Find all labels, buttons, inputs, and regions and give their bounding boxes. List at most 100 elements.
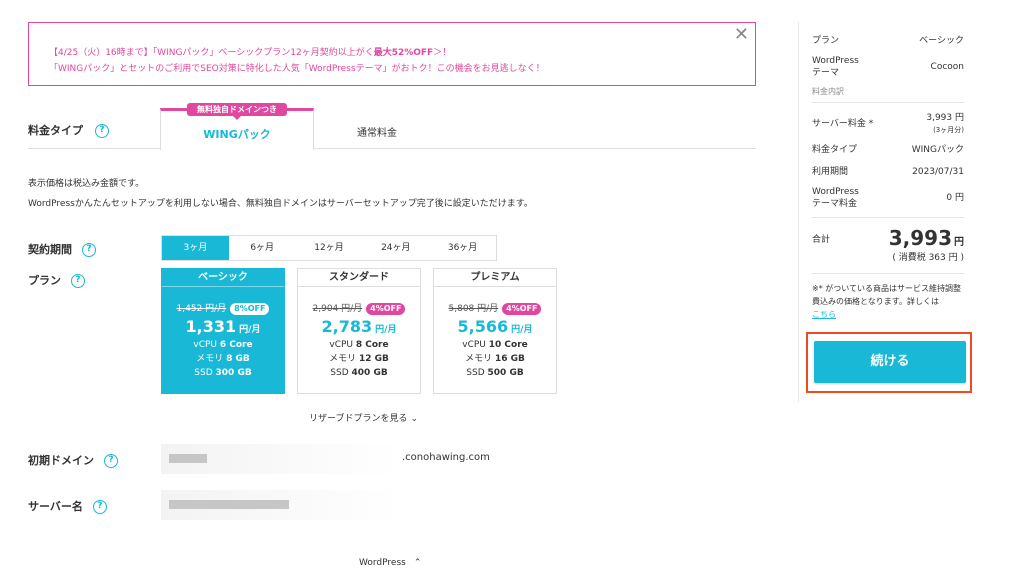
tab-wing-pack-label: WINGパック	[203, 128, 271, 141]
banner-line-1-prefix: 【4/25（火）16時まで】「WINGパック」ベーシックプラン12ヶ月契約以上が…	[49, 48, 374, 58]
server-fee-sub: (3ヶ月分)	[933, 126, 964, 134]
tab-normal-pricing[interactable]: 通常料金	[357, 124, 397, 139]
spec-memory-key: メモリ	[196, 354, 224, 364]
fine-print-text: ※* がついている商品はサービス維持調整費込みの価格となります。詳しくは	[812, 284, 962, 306]
order-summary: プラン ベーシック WordPress テーマ Cocoon 料金内訳 サーバー料金…	[812, 30, 964, 321]
domain-suffix: .conohawing.com	[402, 452, 490, 463]
spec-ssd-key: SSD	[466, 368, 485, 378]
banner-line-2: 「WINGパック」とセットのご利用でSEO対策に特化した人気「WordPress…	[49, 64, 545, 74]
summary-row-plan: プラン ベーシック	[812, 30, 964, 52]
summary-value: 3,993 円 (3ヶ月分)	[926, 112, 964, 136]
free-domain-badge: 無料独自ドメインつき	[187, 103, 287, 120]
banner-line-1-suffix: ＞！	[433, 48, 452, 58]
spec-ssd-value: 400 GB	[351, 368, 388, 378]
old-price: 5,808 円/月	[448, 304, 499, 314]
plan-label-text: プラン	[28, 274, 61, 287]
plan-specs: vCPU 10 Core メモリ 16 GB SSD 500 GB	[434, 338, 556, 380]
plan-card-standard[interactable]: スタンダード 2,904 円/月 4%OFF 2,783 円/月 vCPU 8 Co…	[297, 268, 421, 394]
plan-price-value: 2,783	[321, 317, 373, 336]
summary-key: 料金タイプ	[812, 145, 858, 155]
help-icon[interactable]: ?	[104, 454, 118, 468]
close-icon[interactable]: ✕	[734, 25, 749, 45]
summary-value: ベーシック	[919, 36, 964, 46]
help-icon[interactable]: ?	[82, 243, 96, 257]
wordpress-toggle-label: WordPress	[359, 558, 406, 568]
spec-memory-value: 12 GB	[358, 354, 389, 364]
old-price-row: 5,808 円/月 4%OFF	[434, 301, 556, 315]
spec-memory-key: メモリ	[329, 354, 357, 364]
spec-cpu-value: 10 Core	[488, 340, 528, 350]
period-option-3m[interactable]: 3ヶ月	[162, 236, 229, 260]
plan-specs: vCPU 6 Core メモリ 8 GB SSD 300 GB	[162, 338, 284, 380]
tax-note: 表示価格は税込み金額です。	[28, 179, 145, 189]
chevron-up-icon: ⌃	[413, 558, 422, 568]
pricing-type-label: 料金タイプ?	[28, 122, 109, 138]
spec-cpu-value: 6 Core	[219, 340, 253, 350]
summary-key: サーバー料金 *	[812, 119, 874, 129]
spec-memory-value: 8 GB	[226, 354, 250, 364]
tax-amount: ( 消費税 363 円 )	[892, 253, 964, 263]
spec-cpu-key: vCPU	[329, 340, 353, 350]
summary-row-theme: WordPress テーマ Cocoon	[812, 52, 964, 82]
fine-print: ※* がついている商品はサービス維持調整費込みの価格となります。詳しくはこちら	[812, 282, 964, 321]
domain-label: 初期ドメイン?	[28, 452, 118, 468]
summary-row-type: 料金タイプ WINGパック	[812, 139, 964, 161]
continue-button[interactable]: 続ける	[814, 341, 966, 383]
plan-price: 5,566 円/月	[434, 317, 556, 336]
period-option-24m[interactable]: 24ヶ月	[362, 236, 429, 260]
summary-value: 2023/07/31	[912, 167, 964, 177]
details-link[interactable]: こちら	[812, 310, 836, 319]
spec-memory: メモリ 16 GB	[434, 352, 556, 366]
spec-cpu: vCPU 10 Core	[434, 338, 556, 352]
help-icon[interactable]: ?	[92, 500, 107, 514]
plan-price-value: 1,331	[185, 317, 237, 336]
summary-row-total: 合計 3,993 円	[812, 226, 964, 250]
spec-cpu-key: vCPU	[462, 340, 486, 350]
help-icon[interactable]: ?	[95, 124, 109, 138]
plan-card-basic[interactable]: ベーシック 1,452 円/月 8%OFF 1,331 円/月 vCPU 6 Cor…	[161, 268, 285, 394]
banner-line-1: 【4/25（火）16時まで】「WINGパック」ベーシックプラン12ヶ月契約以上が…	[49, 45, 451, 58]
period-option-12m[interactable]: 12ヶ月	[296, 236, 363, 260]
redacted-text	[169, 454, 207, 463]
tabs-divider	[28, 148, 756, 149]
domain-note: WordPressかんたんセットアップを利用しない場合、無料独自ドメインはサーバ…	[28, 199, 533, 209]
spec-cpu-value: 8 Core	[355, 340, 389, 350]
period-selector: 3ヶ月 6ヶ月 12ヶ月 24ヶ月 36ヶ月	[161, 235, 497, 261]
plan-label: プラン?	[28, 272, 85, 288]
spec-ssd: SSD 400 GB	[298, 366, 420, 380]
discount-badge: 8%OFF	[230, 303, 270, 315]
summary-value: Cocoon	[930, 62, 964, 72]
plan-card-premium[interactable]: プレミアム 5,808 円/月 4%OFF 5,566 円/月 vCPU 10 Co…	[433, 268, 557, 394]
old-price-row: 2,904 円/月 4%OFF	[298, 301, 420, 315]
chevron-down-icon: ⌄	[410, 414, 419, 424]
discount-badge: 4%OFF	[502, 303, 542, 315]
plan-name: スタンダード	[298, 269, 420, 287]
breakdown-heading: 料金内訳	[812, 87, 844, 96]
wordpress-section-toggle[interactable]: WordPress ⌃	[359, 558, 421, 568]
plan-price-value: 5,566	[457, 317, 509, 336]
reserved-plan-link[interactable]: リザーブドプランを見る ⌄	[309, 411, 418, 424]
domain-input[interactable]	[161, 444, 397, 474]
period-option-6m[interactable]: 6ヶ月	[229, 236, 296, 260]
summary-key: WordPress テーマ料金	[812, 187, 859, 209]
continue-highlight: 続ける	[806, 332, 972, 393]
summary-key: プラン	[812, 36, 840, 46]
spec-memory-value: 16 GB	[494, 354, 525, 364]
summary-separator	[812, 102, 964, 103]
server-name-label: サーバー名?	[28, 498, 107, 514]
campaign-banner: 【4/25（火）16時まで】「WINGパック」ベーシックプラン12ヶ月契約以上が…	[28, 22, 756, 86]
help-icon[interactable]: ?	[71, 274, 85, 288]
period-option-36m[interactable]: 36ヶ月	[429, 236, 496, 260]
summary-key: WordPress テーマ	[812, 56, 859, 78]
spec-memory: メモリ 12 GB	[298, 352, 420, 366]
summary-separator	[812, 217, 964, 218]
summary-value: WINGパック	[911, 145, 964, 155]
reserved-plan-text: リザーブドプランを見る	[309, 414, 408, 424]
old-price-row: 1,452 円/月 8%OFF	[162, 301, 284, 315]
spec-cpu-key: vCPU	[193, 340, 217, 350]
discount-badge: 4%OFF	[366, 303, 406, 315]
total-key: 合計	[812, 234, 831, 245]
server-name-input[interactable]	[161, 490, 397, 520]
plan-specs: vCPU 8 Core メモリ 12 GB SSD 400 GB	[298, 338, 420, 380]
spec-ssd: SSD 300 GB	[162, 366, 284, 380]
